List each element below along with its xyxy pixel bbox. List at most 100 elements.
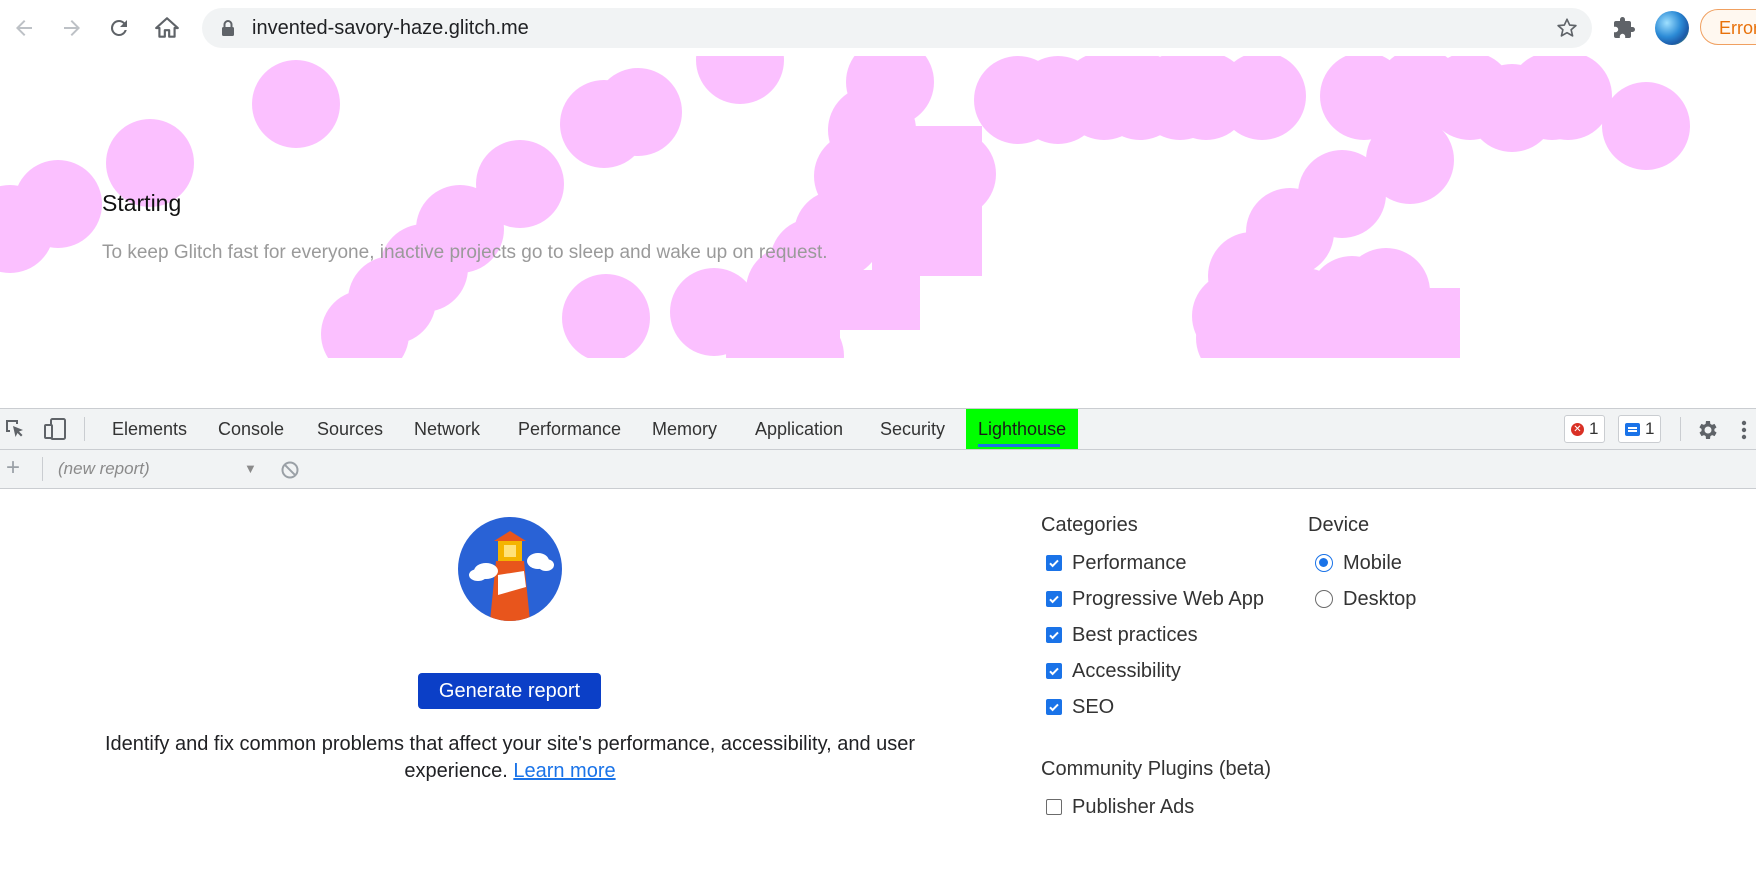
description-text: Identify and fix common problems that af…: [104, 733, 916, 782]
plus-icon[interactable]: +: [6, 454, 20, 482]
checkbox[interactable]: [1046, 591, 1062, 607]
pink-blob: [560, 80, 648, 168]
pink-blob: [562, 274, 650, 362]
block-icon[interactable]: [280, 460, 300, 480]
profile-avatar[interactable]: [1655, 11, 1689, 45]
checkbox[interactable]: [1046, 799, 1062, 815]
checkbox[interactable]: [1046, 699, 1062, 715]
tab-console[interactable]: Console: [206, 409, 296, 449]
tab-performance[interactable]: Performance: [506, 409, 633, 449]
pink-blob: [1602, 82, 1690, 170]
category-best-practices[interactable]: Best practices: [1046, 620, 1198, 650]
tab-label: Sources: [317, 419, 384, 439]
error-count: 1: [1589, 419, 1599, 438]
back-button[interactable]: [6, 10, 42, 46]
radio-button[interactable]: [1315, 554, 1333, 572]
tab-label: Performance: [518, 419, 622, 439]
pink-blob: [820, 270, 920, 330]
blob-canvas: [0, 56, 1756, 408]
devtools-panel: Elements Console Sources Network Performance…: [0, 408, 1756, 875]
pink-blob: [252, 60, 340, 148]
reload-button[interactable]: [101, 10, 137, 46]
plugins-title: Community Plugins (beta): [1041, 758, 1272, 780]
tab-label: Elements: [112, 419, 188, 439]
tab-network[interactable]: Network: [402, 409, 492, 449]
reload-icon: [110, 19, 127, 36]
pink-blob: [1218, 56, 1306, 140]
tab-memory[interactable]: Memory: [640, 409, 729, 449]
option-label: Publisher Ads: [1072, 795, 1195, 818]
category-progressive-web-app[interactable]: Progressive Web App: [1046, 584, 1264, 614]
puzzle-icon: [1614, 17, 1635, 38]
message-count: 1: [1645, 419, 1655, 438]
option-label: Accessibility: [1072, 659, 1181, 682]
category-seo[interactable]: SEO: [1046, 692, 1114, 722]
option-label: Progressive Web App: [1072, 587, 1264, 610]
pink-blob: [696, 56, 784, 104]
checkbox[interactable]: [1046, 663, 1062, 679]
home-button[interactable]: [149, 10, 185, 46]
option-label: Performance: [1072, 551, 1187, 574]
learn-more-link[interactable]: Learn more: [513, 760, 615, 782]
forward-button[interactable]: [54, 10, 90, 46]
tab-label: Memory: [652, 419, 718, 439]
device-desktop[interactable]: Desktop: [1315, 584, 1416, 614]
page-viewport: Starting To keep Glitch fast for everyon…: [0, 56, 1756, 408]
browser-toolbar: invented-savory-haze.glitch.me Error: [0, 0, 1756, 56]
generate-report-button[interactable]: Generate report: [418, 673, 601, 709]
tab-elements[interactable]: Elements: [100, 409, 199, 449]
pink-blob: [872, 126, 982, 276]
tab-security[interactable]: Security: [868, 409, 957, 449]
chevron-down-icon[interactable]: ▼: [244, 450, 257, 488]
device-mobile[interactable]: Mobile: [1315, 548, 1402, 578]
tab-application[interactable]: Application: [743, 409, 855, 449]
tab-lighthouse[interactable]: Lighthouse: [966, 409, 1079, 449]
inspect-element-icon[interactable]: [4, 418, 26, 440]
arrow-right-icon: [64, 20, 80, 36]
lighthouse-logo-icon: [458, 517, 562, 621]
message-counter[interactable]: 1: [1618, 415, 1662, 443]
lighthouse-toolbar: + (new report) ▼: [0, 450, 1756, 489]
tab-label: Application: [755, 419, 844, 439]
plugin-publisher-ads[interactable]: Publisher Ads: [1046, 792, 1194, 822]
device-toggle-icon[interactable]: [44, 418, 68, 440]
extensions-button[interactable]: [1606, 10, 1642, 46]
toolbar-divider: [1680, 417, 1681, 441]
tab-label: Network: [414, 419, 481, 439]
arrow-left-icon: [16, 20, 32, 36]
page-subtitle: To keep Glitch fast for everyone, inacti…: [102, 242, 828, 263]
error-counter[interactable]: ✕ 1: [1564, 415, 1606, 443]
pink-blob: [1524, 56, 1612, 140]
error-chip[interactable]: Error: [1700, 9, 1756, 45]
active-tab-indicator: [978, 444, 1061, 447]
category-accessibility[interactable]: Accessibility: [1046, 656, 1181, 686]
device-title: Device: [1308, 514, 1370, 536]
gear-icon[interactable]: [1696, 418, 1720, 442]
blob-mask: [0, 358, 1756, 408]
tab-label: Console: [218, 419, 285, 439]
category-performance[interactable]: Performance: [1046, 548, 1187, 578]
tab-label: Security: [880, 419, 946, 439]
lock-icon: [222, 20, 234, 36]
categories-title: Categories: [1041, 514, 1138, 536]
address-bar[interactable]: invented-savory-haze.glitch.me: [202, 8, 1592, 48]
vertical-dots-icon[interactable]: [1740, 418, 1748, 442]
lighthouse-description: Identify and fix common problems that af…: [60, 731, 960, 785]
radio-button[interactable]: [1315, 590, 1333, 608]
tab-label: Lighthouse: [978, 419, 1067, 439]
checkbox[interactable]: [1046, 555, 1062, 571]
home-icon: [155, 17, 179, 38]
option-label: SEO: [1072, 695, 1115, 718]
toolbar-divider: [84, 417, 85, 441]
report-select[interactable]: (new report): [58, 450, 258, 488]
tab-sources[interactable]: Sources: [305, 409, 395, 449]
devtools-tabbar: Elements Console Sources Network Performance…: [0, 409, 1756, 450]
option-label: Desktop: [1343, 587, 1417, 610]
star-icon[interactable]: [1556, 17, 1578, 39]
page-title: Starting: [102, 190, 182, 216]
checkbox[interactable]: [1046, 627, 1062, 643]
message-icon: [1625, 422, 1640, 436]
option-label: Best practices: [1072, 623, 1198, 646]
url-text[interactable]: invented-savory-haze.glitch.me: [252, 8, 529, 48]
option-label: Mobile: [1343, 551, 1402, 574]
